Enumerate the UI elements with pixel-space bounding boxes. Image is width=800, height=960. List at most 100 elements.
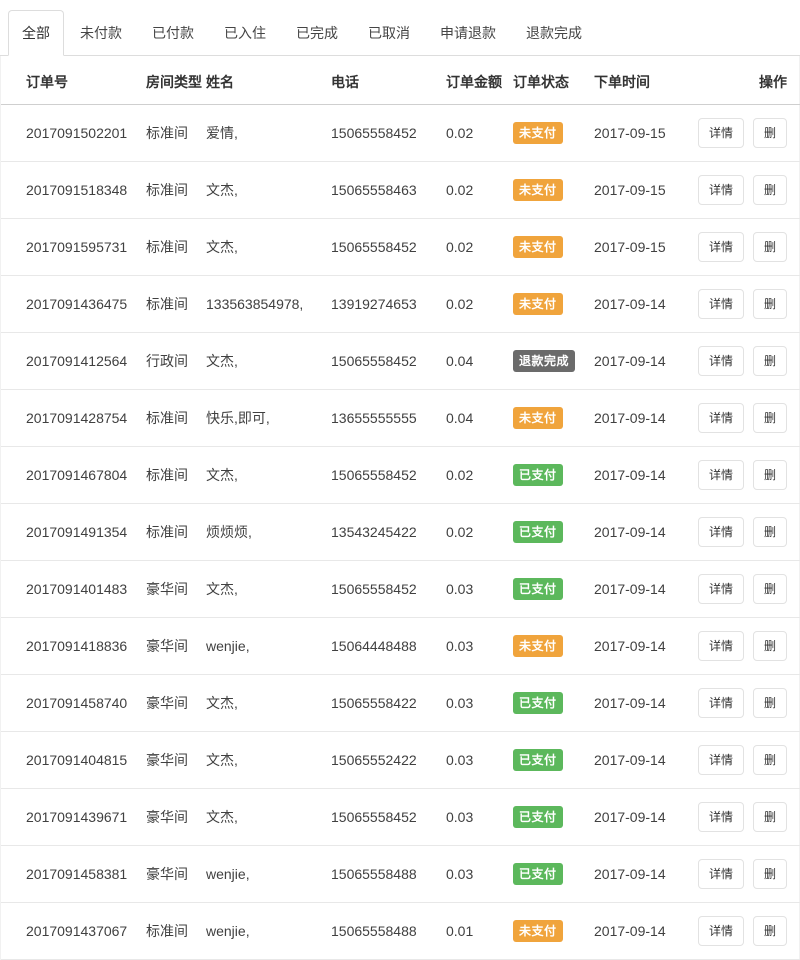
detail-button[interactable]: 详情 bbox=[698, 802, 744, 832]
table-row: 2017091404815豪华间文杰,150655524220.03已支付201… bbox=[1, 732, 800, 789]
detail-button[interactable]: 详情 bbox=[698, 232, 744, 262]
delete-button[interactable]: 删 bbox=[753, 175, 787, 205]
cell-status: 未支付 bbox=[513, 162, 594, 219]
tab-2[interactable]: 已付款 bbox=[138, 10, 208, 56]
cell-date: 2017-09-15 bbox=[594, 219, 698, 276]
cell-room_type: 标准间 bbox=[146, 162, 206, 219]
delete-button[interactable]: 删 bbox=[753, 403, 787, 433]
status-badge: 未支付 bbox=[513, 293, 563, 315]
detail-button[interactable]: 详情 bbox=[698, 403, 744, 433]
status-badge: 未支付 bbox=[513, 122, 563, 144]
delete-button[interactable]: 删 bbox=[753, 859, 787, 889]
cell-status: 已支付 bbox=[513, 447, 594, 504]
cell-status: 未支付 bbox=[513, 390, 594, 447]
table-row: 2017091491354标准间烦烦烦,135432454220.02已支付20… bbox=[1, 504, 800, 561]
status-badge: 已支付 bbox=[513, 863, 563, 885]
cell-name: 快乐,即可, bbox=[206, 390, 331, 447]
cell-name: 文杰, bbox=[206, 789, 331, 846]
cell-actions: 详情删 bbox=[698, 390, 800, 447]
cell-amount: 0.02 bbox=[446, 447, 513, 504]
cell-room_type: 豪华间 bbox=[146, 561, 206, 618]
cell-room_type: 豪华间 bbox=[146, 618, 206, 675]
column-header-date: 下单时间 bbox=[594, 56, 698, 105]
cell-name: wenjie, bbox=[206, 618, 331, 675]
cell-amount: 0.02 bbox=[446, 276, 513, 333]
cell-room_type: 豪华间 bbox=[146, 675, 206, 732]
cell-amount: 0.04 bbox=[446, 390, 513, 447]
cell-status: 已支付 bbox=[513, 846, 594, 903]
delete-button[interactable]: 删 bbox=[753, 688, 787, 718]
table-row: 2017091518348标准间文杰,150655584630.02未支付201… bbox=[1, 162, 800, 219]
status-badge: 已支付 bbox=[513, 521, 563, 543]
cell-amount: 0.02 bbox=[446, 105, 513, 162]
detail-button[interactable]: 详情 bbox=[698, 859, 744, 889]
column-header-order_no: 订单号 bbox=[1, 56, 146, 105]
detail-button[interactable]: 详情 bbox=[698, 631, 744, 661]
cell-phone: 15065558452 bbox=[331, 561, 446, 618]
cell-status: 未支付 bbox=[513, 903, 594, 960]
delete-button[interactable]: 删 bbox=[753, 460, 787, 490]
cell-name: 文杰, bbox=[206, 447, 331, 504]
detail-button[interactable]: 详情 bbox=[698, 745, 744, 775]
cell-status: 已支付 bbox=[513, 789, 594, 846]
cell-phone: 15064448488 bbox=[331, 618, 446, 675]
cell-room_type: 标准间 bbox=[146, 276, 206, 333]
cell-amount: 0.03 bbox=[446, 675, 513, 732]
delete-button[interactable]: 删 bbox=[753, 574, 787, 604]
cell-room_type: 标准间 bbox=[146, 447, 206, 504]
cell-actions: 详情删 bbox=[698, 333, 800, 390]
cell-date: 2017-09-14 bbox=[594, 333, 698, 390]
detail-button[interactable]: 详情 bbox=[698, 346, 744, 376]
delete-button[interactable]: 删 bbox=[753, 346, 787, 376]
cell-phone: 13919274653 bbox=[331, 276, 446, 333]
cell-actions: 详情删 bbox=[698, 675, 800, 732]
delete-button[interactable]: 删 bbox=[753, 916, 787, 946]
cell-actions: 详情删 bbox=[698, 105, 800, 162]
detail-button[interactable]: 详情 bbox=[698, 460, 744, 490]
cell-order_no: 2017091595731 bbox=[1, 219, 146, 276]
cell-amount: 0.03 bbox=[446, 618, 513, 675]
delete-button[interactable]: 删 bbox=[753, 289, 787, 319]
tab-7[interactable]: 退款完成 bbox=[512, 10, 596, 56]
cell-date: 2017-09-14 bbox=[594, 789, 698, 846]
status-badge: 已支付 bbox=[513, 464, 563, 486]
tab-6[interactable]: 申请退款 bbox=[426, 10, 510, 56]
tab-3[interactable]: 已入住 bbox=[210, 10, 280, 56]
delete-button[interactable]: 删 bbox=[753, 232, 787, 262]
cell-order_no: 2017091458740 bbox=[1, 675, 146, 732]
delete-button[interactable]: 删 bbox=[753, 745, 787, 775]
status-badge: 已支付 bbox=[513, 749, 563, 771]
column-header-amount: 订单金额 bbox=[446, 56, 513, 105]
detail-button[interactable]: 详情 bbox=[698, 289, 744, 319]
tab-5[interactable]: 已取消 bbox=[354, 10, 424, 56]
cell-date: 2017-09-14 bbox=[594, 903, 698, 960]
detail-button[interactable]: 详情 bbox=[698, 175, 744, 205]
delete-button[interactable]: 删 bbox=[753, 517, 787, 547]
cell-actions: 详情删 bbox=[698, 162, 800, 219]
status-badge: 已支付 bbox=[513, 806, 563, 828]
delete-button[interactable]: 删 bbox=[753, 118, 787, 148]
cell-name: 133563854978, bbox=[206, 276, 331, 333]
cell-date: 2017-09-14 bbox=[594, 447, 698, 504]
detail-button[interactable]: 详情 bbox=[698, 688, 744, 718]
detail-button[interactable]: 详情 bbox=[698, 118, 744, 148]
delete-button[interactable]: 删 bbox=[753, 631, 787, 661]
detail-button[interactable]: 详情 bbox=[698, 517, 744, 547]
cell-actions: 详情删 bbox=[698, 789, 800, 846]
cell-actions: 详情删 bbox=[698, 561, 800, 618]
cell-room_type: 行政间 bbox=[146, 333, 206, 390]
cell-phone: 15065552422 bbox=[331, 732, 446, 789]
cell-room_type: 豪华间 bbox=[146, 789, 206, 846]
cell-order_no: 2017091502201 bbox=[1, 105, 146, 162]
delete-button[interactable]: 删 bbox=[753, 802, 787, 832]
table-row: 2017091458740豪华间文杰,150655584220.03已支付201… bbox=[1, 675, 800, 732]
tab-1[interactable]: 未付款 bbox=[66, 10, 136, 56]
table-row: 2017091502201标准间爱情,150655584520.02未支付201… bbox=[1, 105, 800, 162]
detail-button[interactable]: 详情 bbox=[698, 916, 744, 946]
cell-order_no: 2017091404815 bbox=[1, 732, 146, 789]
detail-button[interactable]: 详情 bbox=[698, 574, 744, 604]
cell-status: 未支付 bbox=[513, 105, 594, 162]
table-row: 2017091595731标准间文杰,150655584520.02未支付201… bbox=[1, 219, 800, 276]
tab-4[interactable]: 已完成 bbox=[282, 10, 352, 56]
tab-0-active[interactable]: 全部 bbox=[8, 10, 64, 56]
